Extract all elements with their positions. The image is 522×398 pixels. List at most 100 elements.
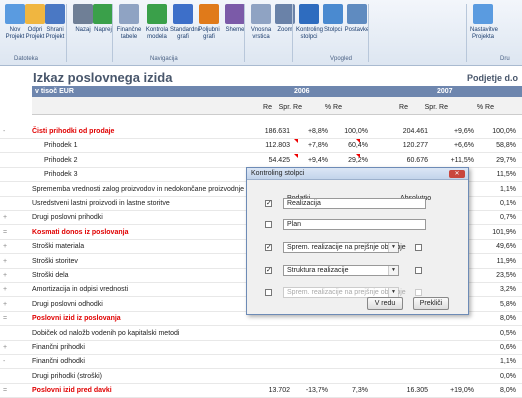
financial-tables-icon	[119, 4, 139, 24]
company-name: Podjetje d.o	[466, 73, 518, 83]
absolute-checkbox[interactable]	[415, 289, 422, 296]
absolute-checkbox[interactable]	[415, 267, 422, 274]
field-text: Plan	[287, 221, 302, 228]
columns-button[interactable]: Stolpci	[320, 4, 346, 34]
column-field[interactable]: Plan	[283, 219, 426, 230]
items-button[interactable]: Postavke	[344, 4, 370, 34]
row-operator: +	[3, 300, 8, 308]
column-checkbox[interactable]	[265, 221, 272, 228]
row-label: Usredstveni lastni proizvodi in lastne s…	[32, 200, 170, 207]
row-value: 186.631	[264, 128, 290, 135]
row-label: Finančni odhodki	[32, 358, 85, 366]
field-text: Realizacija	[287, 200, 321, 207]
chevron-down-icon[interactable]: ▼	[388, 288, 398, 297]
ok-button[interactable]: V redu	[367, 297, 403, 310]
row-operator: =	[3, 315, 8, 323]
input-row-icon	[251, 4, 271, 24]
column-header: Spr. Re	[424, 104, 448, 111]
row-label: Finančni prihodki	[32, 344, 85, 351]
table-row[interactable]: Prihodek 2 54.425 +9,4% 29,2% 60.676 +11,5% 29…	[0, 153, 522, 168]
dialog-title: Kontroling stolpci	[247, 168, 468, 180]
row-label: Poslovni izid iz poslovanja	[32, 315, 121, 323]
zoom-button[interactable]: Zoom	[272, 4, 298, 34]
table-row[interactable]: Dobiček od naložb vodenih po kapitalski …	[0, 327, 522, 341]
column-select[interactable]: Struktura realizacije ▼	[283, 265, 399, 276]
row-operator: +	[3, 344, 8, 351]
scheme-icon	[225, 4, 245, 24]
chevron-down-icon[interactable]: ▼	[388, 243, 398, 252]
row-operator: +	[3, 286, 8, 294]
checkmark-button[interactable]: Kontrola modela	[144, 4, 170, 41]
row-label: Čisti prihodki od prodaje	[32, 128, 115, 135]
table-row[interactable]: = Poslovni izid pred davki 13.702 -13,7% 7,3…	[0, 384, 522, 398]
row-label: Kosmati donos iz poslovanja	[32, 228, 129, 236]
ribbon-group-3: Dru	[500, 56, 510, 62]
kontroling-stolpci-dialog: Kontroling stolpci ✕ Podatki Absolutno ✓…	[246, 167, 469, 315]
unit-label: v tisoč EUR	[35, 88, 74, 95]
row-label: Poslovni izid pred davki	[32, 387, 112, 395]
checkmark-icon	[147, 4, 167, 24]
column-header: % Re	[324, 104, 342, 111]
ribbon-button-label: Finančne tabele	[116, 27, 142, 40]
table-row[interactable]: Prihodek 1 112.803 +7,8% 60,4% 120.277 +6,6% 5…	[0, 139, 522, 154]
column-select[interactable]: Sprem. realizacije na prejšnje obdobje ▼	[283, 242, 406, 253]
bar-chart-button[interactable]: Standardni grafi	[170, 4, 199, 41]
row-value: 49,6%	[496, 243, 516, 251]
financial-tables-button[interactable]: Finančne tabele	[116, 4, 142, 41]
row-value: 0,6%	[500, 344, 516, 351]
ribbon-separator	[66, 4, 67, 62]
row-value: 13.702	[268, 387, 290, 395]
column-control-button[interactable]: Kontroling stolpci	[296, 4, 323, 41]
close-icon[interactable]: ✕	[449, 170, 465, 178]
column-checkbox[interactable]: ✓	[265, 267, 272, 274]
chevron-down-icon[interactable]: ▼	[388, 266, 398, 275]
column-checkbox[interactable]: ✓	[265, 200, 272, 207]
field-text: Struktura realizacije	[287, 267, 349, 274]
ribbon-button-label: Shrani Projekt	[45, 27, 65, 40]
row-value: +9,6%	[453, 128, 474, 135]
row-value: 0,0%	[500, 372, 516, 380]
row-value: 100,0%	[492, 128, 516, 135]
table-row[interactable]: - Čisti prihodki od prodaje 186.631 +8,8% 10…	[0, 125, 522, 139]
row-value: +19,0%	[450, 387, 474, 395]
column-field[interactable]: Realizacija	[283, 198, 426, 209]
row-value: 8,0%	[500, 315, 516, 323]
row-value: 16.305	[406, 387, 428, 395]
row-value: 54.425	[268, 156, 290, 164]
table-row[interactable]: + Finančni prihodki 0,6%	[0, 341, 522, 355]
comment-marker-icon	[356, 139, 360, 144]
row-value: +11,5%	[450, 156, 474, 164]
cancel-button[interactable]: Prekliči	[413, 297, 449, 310]
save-project-button[interactable]: Shrani Projekt	[42, 4, 68, 41]
row-label: Prihodek 2	[44, 156, 78, 164]
column-checkbox[interactable]	[265, 289, 272, 296]
year-2007-header: 2007	[437, 88, 453, 95]
column-header: Re	[399, 104, 408, 111]
comment-marker-icon	[294, 153, 298, 158]
input-row-button[interactable]: Vnosna vrstica	[248, 4, 274, 41]
custom-chart-button[interactable]: Poljubni grafi	[196, 4, 222, 41]
row-value: 3,2%	[500, 286, 516, 294]
ribbon-group-2: Vpogled	[330, 56, 353, 62]
column-checkbox[interactable]: ✓	[265, 244, 272, 251]
row-value: 29,2%	[348, 156, 368, 164]
row-value: 0,1%	[500, 200, 516, 207]
absolute-checkbox[interactable]	[415, 244, 422, 251]
custom-chart-icon	[199, 4, 219, 24]
table-row[interactable]: Drugi prihodki (stroški) 0,0%	[0, 370, 522, 384]
row-label: Amortizacija in odpisi vrednosti	[32, 286, 129, 294]
ribbon-group-1: Navigacija	[150, 56, 178, 62]
row-value: 58,8%	[496, 142, 516, 150]
row-value: +9,4%	[307, 156, 328, 164]
row-label: Drugi poslovni odhodki	[32, 300, 103, 308]
row-value: +6,6%	[453, 142, 474, 150]
row-value: 5,8%	[500, 300, 516, 308]
row-value: 60,4%	[348, 142, 368, 150]
row-value: 0,5%	[500, 329, 516, 337]
row-value: 112.803	[265, 142, 290, 150]
bar-chart-icon	[173, 4, 193, 24]
table-row[interactable]: - Finančni odhodki 1,1%	[0, 355, 522, 370]
row-value: +7,8%	[307, 142, 328, 150]
project-settings-button[interactable]: Nastavitve Projekta	[470, 4, 498, 41]
row-label: Stroški storitev	[32, 257, 78, 265]
